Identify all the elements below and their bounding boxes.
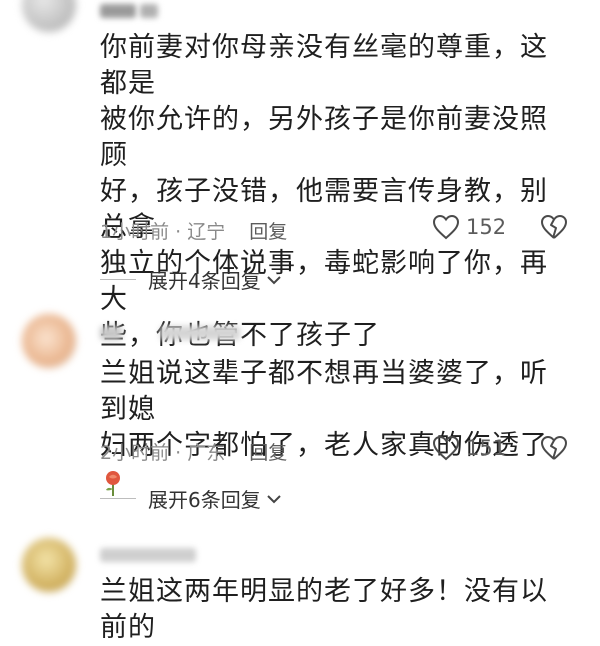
comment-meta: 2小时前 · 广东 回复: [100, 438, 287, 465]
avatar[interactable]: [22, 0, 76, 32]
heart-icon: [432, 214, 460, 240]
like-count: 152: [466, 215, 507, 239]
like-button[interactable]: 151: [432, 435, 506, 461]
comment-text: 你前妻对你母亲没有丝毫的尊重，这都是 被你允许的，另外孩子是你前妻没照顾 好，孩…: [100, 32, 548, 351]
reply-button[interactable]: 回复: [249, 217, 287, 244]
username-blurred[interactable]: [100, 548, 196, 562]
dislike-button[interactable]: [540, 214, 568, 244]
expand-replies-button[interactable]: 展开4条回复: [100, 265, 281, 294]
broken-heart-icon: [541, 436, 567, 460]
reply-button[interactable]: 回复: [249, 438, 287, 465]
expand-replies-label: 展开4条回复: [148, 269, 261, 293]
like-button[interactable]: 152: [432, 214, 506, 240]
chevron-down-icon: [267, 494, 281, 503]
dislike-button[interactable]: [540, 435, 568, 465]
divider: [100, 279, 136, 280]
username-blurred[interactable]: [100, 326, 122, 340]
chevron-down-icon: [267, 275, 281, 284]
comment-meta: 1小时前 · 辽宁 回复: [100, 217, 287, 244]
expand-replies-label: 展开6条回复: [148, 488, 261, 512]
username-blurred[interactable]: [140, 4, 158, 18]
time-location: 2小时前 · 广东: [100, 442, 226, 464]
like-count: 151: [466, 436, 507, 460]
time-location: 1小时前 · 辽宁: [100, 221, 226, 243]
username-blurred[interactable]: [100, 4, 136, 18]
avatar[interactable]: [22, 314, 76, 368]
broken-heart-icon: [541, 215, 567, 239]
divider: [100, 498, 136, 499]
comment-text: 兰姐说这辈子都不想再当婆婆了，听到媳 妇两个字都怕了，老人家真的伤透了: [100, 356, 570, 500]
username-blurred[interactable]: [160, 326, 240, 340]
avatar[interactable]: [22, 538, 76, 592]
heart-icon: [432, 435, 460, 461]
expand-replies-button[interactable]: 展开6条回复: [100, 484, 281, 513]
comment-text: 兰姐这两年明显的老了好多！没有以前的: [100, 576, 548, 643]
